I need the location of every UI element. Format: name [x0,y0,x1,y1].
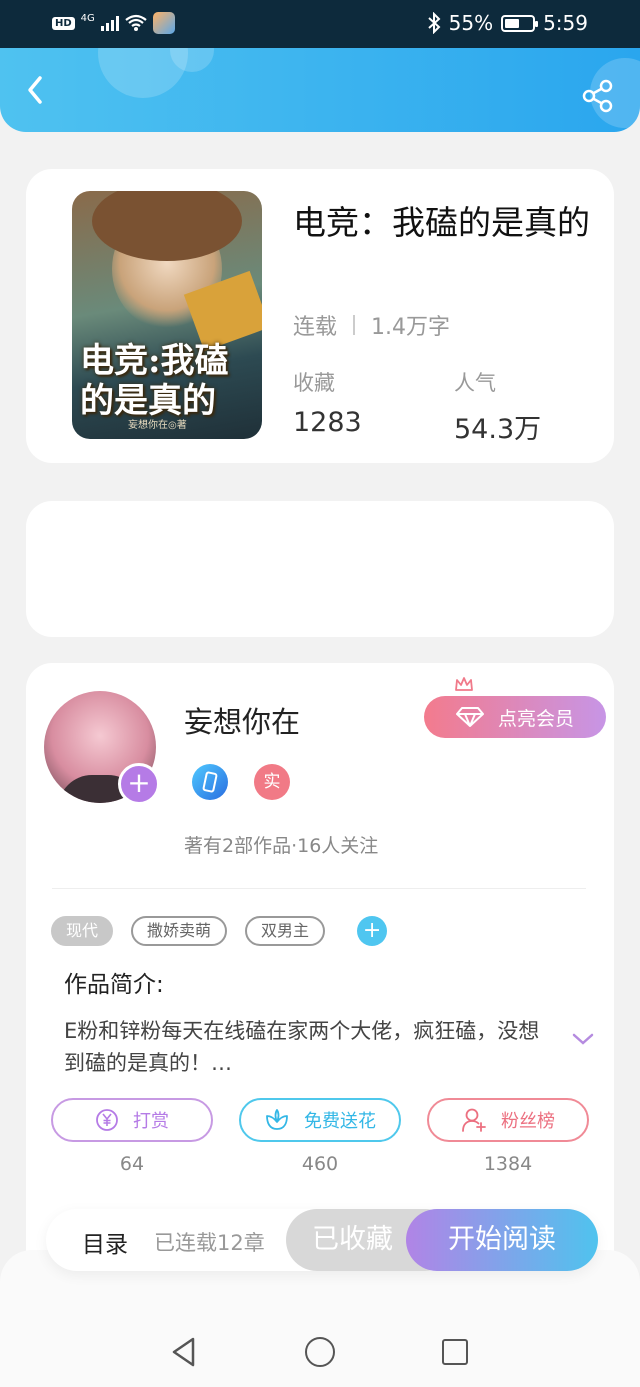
battery-percent: 55% [448,11,494,35]
vip-button[interactable]: 点亮会员 [424,696,606,738]
fans-label: 粉丝榜 [501,1111,555,1132]
flower-label: 免费送花 [304,1111,376,1132]
author-name[interactable]: 妄想你在 [184,699,300,741]
popularity-count: 54.3万 [454,414,542,445]
chapter-count: 已连载12章 [154,1231,265,1255]
reward-count: 64 [119,1153,145,1175]
network-label: 4G [80,12,95,24]
phone-verified-badge[interactable] [192,764,228,800]
signal-icon [100,15,119,31]
meta-divider [353,315,356,335]
header-bar [0,48,640,132]
cover-title: 电竞:我磕的是真的 [80,341,229,421]
battery-icon [501,14,539,32]
clock: 5:59 [543,11,588,35]
reader-bar: 目录 已连载12章 已收藏 开始阅读 [46,1209,598,1271]
collect-count: 1283 [293,407,362,438]
flower-count: 460 [301,1153,339,1175]
real-name-badge[interactable]: 实 [254,764,290,800]
plus-icon: + [362,918,382,943]
wifi-icon [125,14,147,31]
send-flower-button[interactable]: 免费送花 [239,1098,401,1142]
empty-section-card [26,501,614,637]
tag-item[interactable]: 现代 [51,916,114,946]
nav-back-icon[interactable] [170,1336,198,1368]
book-status: 连载 [293,315,338,340]
diamond-icon [455,707,484,727]
app-notification-icon [152,12,175,34]
cover-author: 妄想你在◎著 [128,420,187,431]
crown-icon [455,677,473,691]
author-card: + 妄想你在 点亮会员 实 著有2部作品·16人关注 现代 撒娇卖萌 双男主 +… [26,663,614,1303]
nav-home-icon[interactable] [305,1337,335,1367]
tag-item[interactable]: 撒娇卖萌 [131,916,228,946]
start-reading-button[interactable]: 开始阅读 [406,1209,598,1271]
divider [52,888,586,889]
hd-badge: HD [52,16,75,30]
intro-title: 作品简介: [64,972,164,998]
add-tag-button[interactable]: + [357,916,388,946]
flower-icon [266,1109,288,1130]
book-title: 电竞：我磕的是真的 [293,203,590,242]
chevron-down-icon[interactable] [571,1031,595,1047]
reward-label: 打赏 [133,1111,169,1132]
fan-ranking-button[interactable]: 粉丝榜 [427,1098,589,1142]
yen-icon [96,1109,118,1131]
popularity-label: 人气 [454,371,496,395]
word-count: 1.4万字 [371,315,451,340]
intro-text: E粉和锌粉每天在线磕在家两个大佬，疯狂磕，没想到磕的是真的！… [64,1019,540,1075]
collect-label: 收藏 [293,371,335,395]
tag-list: 现代 撒娇卖萌 双男主 + [51,916,388,946]
book-meta: 连载 1.4万字 [293,309,450,341]
bluetooth-icon [427,12,441,34]
plus-icon: + [127,766,151,799]
share-icon[interactable] [580,78,616,114]
back-icon[interactable] [20,72,52,108]
vip-label: 点亮会员 [497,707,574,730]
status-bar: HD 4G 55% 5:59 [0,0,640,48]
user-icon [462,1108,486,1132]
tag-item[interactable]: 双男主 [245,916,326,946]
book-info-card: 电竞:我磕的是真的 妄想你在◎著 电竞：我磕的是真的 连载 1.4万字 收藏 1… [26,169,614,463]
nav-recent-icon[interactable] [442,1339,468,1365]
reward-button[interactable]: 打赏 [51,1098,213,1142]
follow-author-button[interactable]: + [118,763,160,805]
toc-button[interactable]: 目录 [82,1225,128,1259]
fans-count: 1384 [483,1153,533,1175]
book-cover[interactable]: 电竞:我磕的是真的 妄想你在◎著 [72,191,262,439]
author-stats: 著有2部作品·16人关注 [184,835,379,857]
